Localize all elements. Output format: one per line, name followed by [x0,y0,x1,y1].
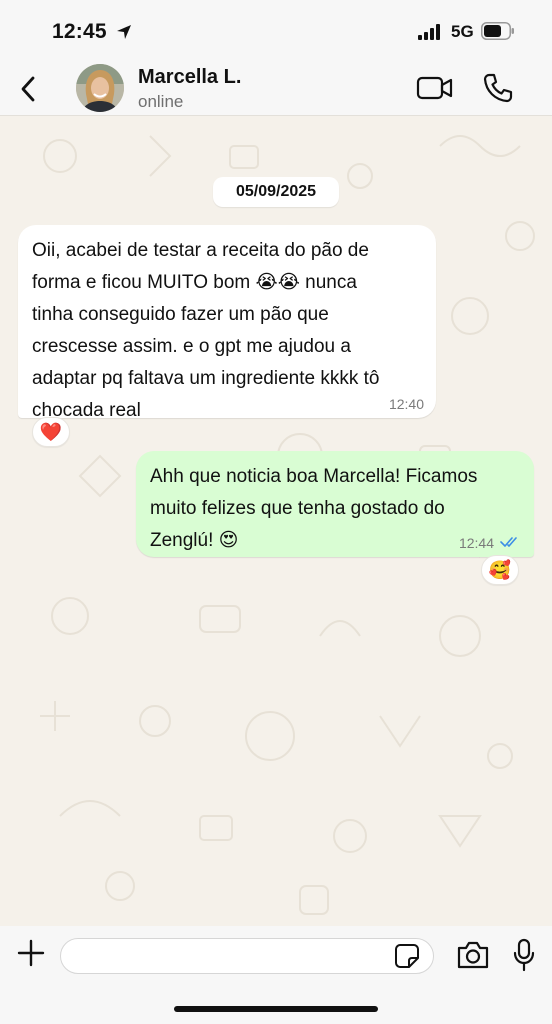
home-indicator[interactable] [174,1006,378,1012]
message-time: 12:40 [388,396,424,412]
message-text: Oii, acabei de testar a receita do pão d… [32,240,380,421]
phone-icon[interactable] [482,72,514,104]
message-reaction[interactable]: ❤️ [32,417,70,447]
video-camera-icon[interactable] [416,74,454,102]
network-label: 5G [451,22,474,41]
message-input[interactable] [60,938,434,974]
chat-header: Marcella L. online [0,60,552,116]
camera-icon[interactable] [456,940,490,970]
sticker-icon[interactable] [394,943,420,969]
outgoing-message[interactable]: Ahh que noticia boa Marcella! Ficamos mu… [136,451,534,557]
back-button[interactable] [14,72,44,106]
message-time: 12:44 [458,535,494,551]
status-bar: 12:45 5G [0,0,552,60]
contact-status: online [138,92,184,111]
plus-icon[interactable] [16,938,46,968]
signal-bars-icon [418,24,440,40]
microphone-icon[interactable] [512,938,536,972]
contact-name[interactable]: Marcella L. [138,66,241,89]
incoming-message[interactable]: Oii, acabei de testar a receita do pão d… [18,225,436,421]
message-reaction[interactable]: 🥰 [481,555,519,585]
status-time: 12:45 [52,20,107,43]
double-check-icon [500,537,517,547]
location-arrow-icon [117,25,131,39]
avatar-image [76,64,124,112]
avatar[interactable] [76,64,124,112]
date-separator: 05/09/2025 [213,177,339,207]
battery-icon [481,22,514,40]
